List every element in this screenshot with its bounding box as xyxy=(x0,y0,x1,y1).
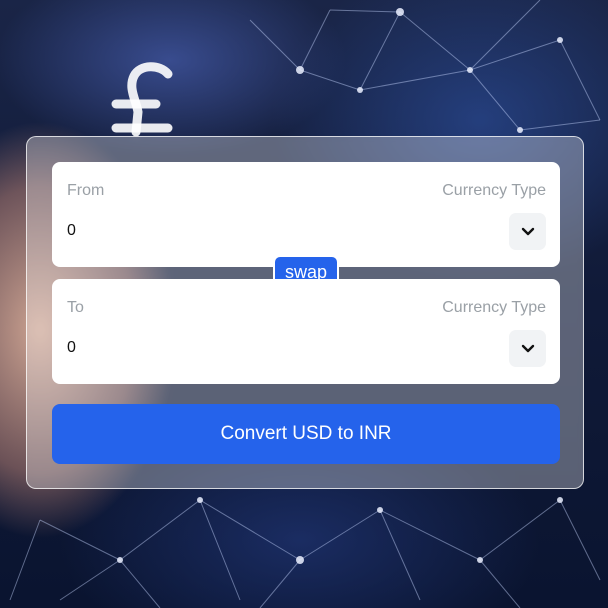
from-section: From Currency Type xyxy=(52,162,560,267)
to-label: To xyxy=(67,299,84,316)
to-currency-type-label: Currency Type xyxy=(442,299,546,316)
to-amount-input[interactable] xyxy=(67,339,267,357)
from-currency-type-label: Currency Type xyxy=(442,182,546,199)
converter-card: From Currency Type swap To Currency Type… xyxy=(26,136,584,489)
from-currency-select[interactable] xyxy=(509,213,546,250)
convert-button[interactable]: Convert USD to INR xyxy=(52,404,560,464)
chevron-down-icon xyxy=(521,344,534,352)
to-section: To Currency Type xyxy=(52,279,560,384)
from-amount-input[interactable] xyxy=(67,222,267,240)
chevron-down-icon xyxy=(521,227,534,235)
to-currency-select[interactable] xyxy=(509,330,546,367)
from-label: From xyxy=(67,182,105,199)
